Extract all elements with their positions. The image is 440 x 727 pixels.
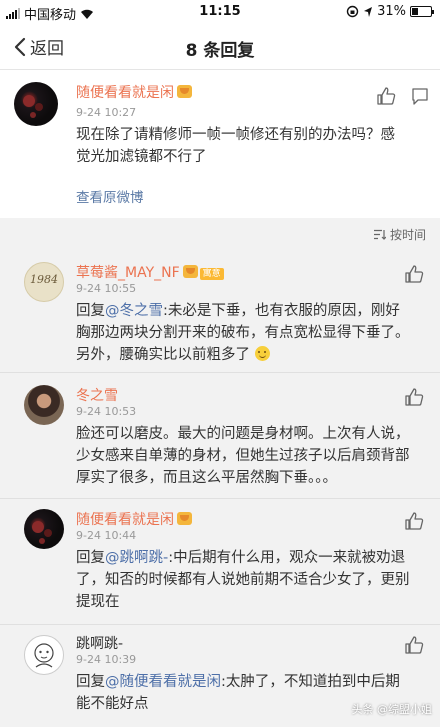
comment-text: 脸还可以磨皮。最大的问题是身材啊。上次有人说， 少女感来自单薄的身材，但她生过孩… xyxy=(76,423,410,489)
like-icon[interactable] xyxy=(376,86,396,106)
comment-item: 随便看看就是闲 9-24 10:44 回复@跳啊跳-:中后期有什么用，观众一来就… xyxy=(0,499,440,624)
like-icon[interactable] xyxy=(404,511,424,531)
comment-time: 9-24 10:44 xyxy=(76,529,137,542)
page-title: 8 条回复 xyxy=(185,41,255,61)
comment-text-line: :未必是下垂，也有衣服的原因，刚好 xyxy=(163,303,400,319)
comment-time: 9-24 10:55 xyxy=(76,282,137,295)
like-icon[interactable] xyxy=(404,635,424,655)
battery-percent: 31% xyxy=(377,4,406,19)
sort-label: 按时间 xyxy=(389,228,426,242)
avatar[interactable] xyxy=(24,635,64,675)
avatar[interactable] xyxy=(14,82,58,126)
comment-author[interactable]: 冬之雪 xyxy=(76,385,118,405)
comment-author[interactable]: 随便看看就是闲 xyxy=(76,509,192,529)
avatar-text: 1984 xyxy=(30,273,58,286)
comment-author-name: 冬之雪 xyxy=(76,388,118,404)
post-time: 9-24 10:27 xyxy=(76,106,137,119)
comment-author-name: 跳啊跳- xyxy=(76,636,124,652)
vip-badge-icon xyxy=(182,265,198,278)
comment-text-line: 厚实了很多，而且这么平居然胸下垂。。。 xyxy=(76,470,337,486)
status-bar: 中国移动 11:15 31% xyxy=(0,0,440,24)
view-original-link[interactable]: 查看原微博 xyxy=(76,186,144,206)
sketch-face-icon xyxy=(34,643,54,668)
sort-icon xyxy=(373,229,386,240)
post-author-name: 随便看看就是闲 xyxy=(76,85,174,101)
comment-text: 回复@冬之雪:未必是下垂，也有衣服的原因，刚好 胸那边两块分割开来的破布，有点宽… xyxy=(76,300,410,366)
comment-time: 9-24 10:39 xyxy=(76,653,137,666)
watermark: 头条 @综盟小姐 xyxy=(352,701,433,717)
comment-text-line: :太肿了，不知道拍到中后期 xyxy=(221,674,400,690)
comment-author[interactable]: 跳啊跳- xyxy=(76,633,123,653)
location-arrow-icon xyxy=(364,6,373,17)
comment-text-line: 提现在 xyxy=(76,594,120,610)
comment-text-line: 了，知否的时候都有人说她前期不适合少女了，更别 xyxy=(76,572,410,588)
reply-prefix: 回复 xyxy=(76,674,105,690)
comment-time: 9-24 10:53 xyxy=(76,405,137,418)
mention-link[interactable]: @随便看看就是闲 xyxy=(105,674,221,690)
sort-by-time-button[interactable]: 按时间 xyxy=(373,226,426,243)
post-text-line: 觉光加滤镜都不行了 xyxy=(76,149,207,165)
lock-rotation-icon xyxy=(346,5,359,18)
comment-text-line: 少女感来自单薄的身材，但她生过孩子以后肩颈背部 xyxy=(76,448,410,464)
mention-link[interactable]: @跳啊跳- xyxy=(105,550,168,566)
vip-badge-icon xyxy=(177,85,192,98)
comment-author-name: 随便看看就是闲 xyxy=(76,512,174,528)
comment-author[interactable]: 草莓酱_MAY_NF 寓意 xyxy=(76,262,224,282)
status-right: 31% xyxy=(346,4,434,19)
comment-icon[interactable] xyxy=(410,86,430,106)
mention-link[interactable]: @冬之雪 xyxy=(105,303,163,319)
avatar[interactable] xyxy=(24,509,64,549)
like-icon[interactable] xyxy=(404,264,424,284)
comment-text-line: 另外，腰确实比以前粗多了 xyxy=(76,347,250,363)
comment-item: 1984 草莓酱_MAY_NF 寓意 9-24 10:55 回复@冬之雪:未必是下… xyxy=(0,250,440,372)
post-text-line: 现在除了请精修师一帧一帧修还有别的办法吗？感 xyxy=(76,127,395,143)
post-text: 现在除了请精修师一帧一帧修还有别的办法吗？感 觉光加滤镜都不行了 xyxy=(76,124,395,168)
smile-emoji-icon xyxy=(254,346,270,361)
battery-icon xyxy=(410,6,434,17)
main-post: 随便看看就是闲 9-24 10:27 现在除了请精修师一帧一帧修还有别的办法吗？… xyxy=(0,70,440,218)
post-author[interactable]: 随便看看就是闲 xyxy=(76,82,192,102)
reply-prefix: 回复 xyxy=(76,303,105,319)
comment-author-name: 草莓酱_MAY_NF xyxy=(76,265,180,281)
comment-text-line: 脸还可以磨皮。最大的问题是身材啊。上次有人说， xyxy=(76,426,410,442)
battery-fill xyxy=(412,8,418,15)
watermark-text: 头条 @综盟小姐 xyxy=(351,703,433,716)
reply-prefix: 回复 xyxy=(76,550,105,566)
comment-text: 回复@跳啊跳-:中后期有什么用，观众一来就被劝退 了，知否的时候都有人说她前期不… xyxy=(76,547,410,613)
medal-badge: 寓意 xyxy=(199,268,224,280)
comment-text-line: 胸那边两块分割开来的破布，有点宽松显得下垂了。 xyxy=(76,325,410,341)
avatar[interactable]: 1984 xyxy=(24,262,64,302)
comment-item: 冬之雪 9-24 10:53 脸还可以磨皮。最大的问题是身材啊。上次有人说， 少… xyxy=(0,373,440,498)
like-icon[interactable] xyxy=(404,387,424,407)
vip-badge-icon xyxy=(177,512,192,525)
comment-text-line: :中后期有什么用，观众一来就被劝退 xyxy=(168,550,406,566)
avatar[interactable] xyxy=(24,385,64,425)
nav-bar: 返回 8 条回复 xyxy=(0,24,440,70)
